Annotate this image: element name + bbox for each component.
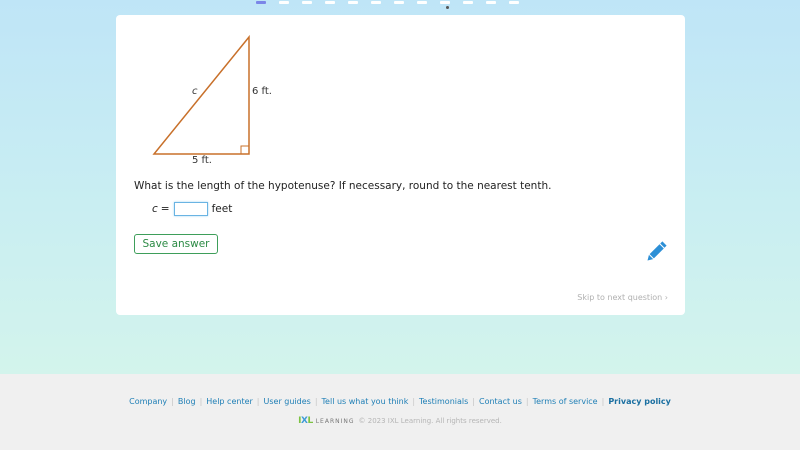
question-text: What is the length of the hypotenuse? If…	[134, 180, 552, 192]
progress-dash	[325, 1, 335, 4]
footer-separator: |	[601, 397, 605, 406]
practice-background: c 6 ft. 5 ft. What is the length of the …	[0, 0, 800, 374]
footer-separator: |	[314, 397, 318, 406]
footer-link-help-center[interactable]: Help center	[206, 397, 253, 406]
vertical-side-label: 6 ft.	[252, 86, 272, 97]
progress-dash	[509, 1, 519, 4]
progress-dash	[486, 1, 496, 4]
progress-dash	[348, 1, 358, 4]
footer-link-blog[interactable]: Blog	[178, 397, 196, 406]
answer-unit: feet	[211, 203, 233, 215]
base-side-label: 5 ft.	[192, 155, 212, 166]
footer-separator: |	[199, 397, 203, 406]
progress-dash	[417, 1, 427, 4]
question-card: c 6 ft. 5 ft. What is the length of the …	[116, 15, 685, 315]
copyright-text: © 2023 IXL Learning. All rights reserved…	[358, 417, 502, 425]
footer-link-testimonials[interactable]: Testimonials	[419, 397, 468, 406]
footer-separator: |	[256, 397, 260, 406]
answer-row: c = feet	[152, 202, 232, 216]
footer-link-feedback[interactable]: Tell us what you think	[322, 397, 409, 406]
footer-copyright-row: IXL LEARNING © 2023 IXL Learning. All ri…	[0, 416, 800, 426]
footer-separator: |	[472, 397, 475, 406]
save-answer-button[interactable]: Save answer	[134, 234, 218, 254]
right-angle-marker	[240, 145, 249, 154]
progress-dash	[463, 1, 473, 4]
page-footer: Company | Blog | Help center | User guides | Tel…	[0, 374, 800, 450]
pencil-icon[interactable]	[643, 239, 669, 265]
footer-link-privacy-policy[interactable]: Privacy policy	[608, 397, 671, 406]
progress-dash	[256, 1, 266, 4]
footer-separator: |	[525, 397, 529, 406]
progress-dash	[302, 1, 312, 4]
equals-sign: =	[160, 203, 170, 215]
footer-link-contact-us[interactable]: Contact us	[479, 397, 522, 406]
ixl-logo-mark: IXL	[298, 416, 313, 426]
progress-dash	[279, 1, 289, 4]
footer-separator: |	[171, 397, 174, 406]
ixl-logo-word: LEARNING	[315, 417, 355, 425]
footer-links: Company | Blog | Help center | User guides | Tel…	[0, 397, 800, 406]
progress-dash	[440, 1, 450, 4]
skip-to-next-question-link[interactable]: Skip to next question ›	[577, 293, 668, 302]
footer-link-user-guides[interactable]: User guides	[264, 397, 311, 406]
progress-marker	[446, 6, 449, 9]
progress-bar	[256, 1, 532, 5]
right-triangle-diagram	[152, 34, 250, 155]
progress-dash	[394, 1, 404, 4]
ixl-learning-logo: IXL LEARNING	[298, 416, 354, 426]
ixl-logo-l: L	[307, 416, 313, 426]
progress-dash	[371, 1, 381, 4]
triangle-shape	[152, 34, 250, 155]
footer-link-company[interactable]: Company	[129, 397, 167, 406]
footer-link-terms-of-service[interactable]: Terms of service	[533, 397, 598, 406]
answer-input[interactable]	[173, 202, 208, 216]
hypotenuse-label: c	[192, 86, 198, 97]
answer-variable: c	[152, 203, 158, 215]
footer-separator: |	[412, 397, 416, 406]
